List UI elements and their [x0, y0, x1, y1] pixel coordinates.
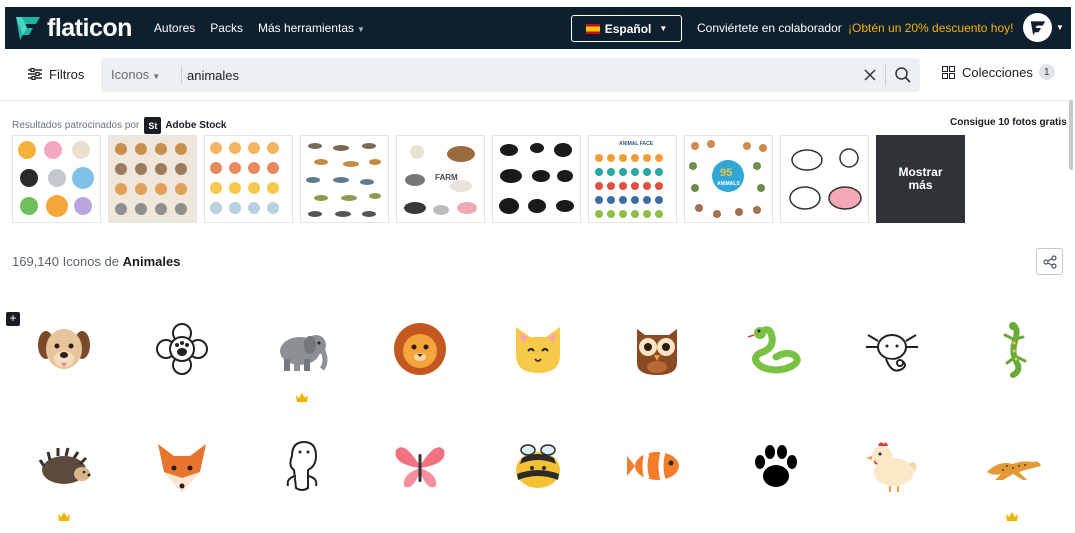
- snake-icon[interactable]: [746, 319, 806, 379]
- sponsored-thumb-3[interactable]: [204, 135, 293, 223]
- cat-icon[interactable]: [508, 319, 568, 379]
- nav-more-tools-label: Más herramientas: [257, 21, 354, 35]
- animals-set-95-thumb-icon: 95 ANIMALS: [689, 140, 767, 218]
- sponsored-thumb-1[interactable]: [12, 135, 101, 223]
- svg-text:ANIMAL FACE: ANIMAL FACE: [619, 141, 654, 147]
- sponsored-thumb-5[interactable]: FARM: [396, 135, 485, 223]
- svg-text:95: 95: [720, 167, 732, 179]
- adobe-stock-name: Adobe Stock: [165, 120, 227, 131]
- user-menu-chevron-icon[interactable]: ▼: [1056, 23, 1064, 32]
- sponsored-thumb-2[interactable]: [108, 135, 197, 223]
- sponsored-thumbnails: FARM ANIMAL FACE 95 ANIMALS Mostrar más: [12, 135, 965, 223]
- cheetah-icon[interactable]: [983, 436, 1043, 496]
- farm-animals-thumb-icon: FARM: [404, 145, 477, 215]
- chevron-down-icon: ▼: [659, 24, 668, 33]
- search-input[interactable]: [187, 62, 847, 88]
- flaticon-logo-icon: [16, 17, 40, 40]
- results-count: 169,140: [12, 254, 59, 269]
- filters-label: Filtros: [49, 66, 85, 82]
- become-contributor-link[interactable]: Conviértete en colaborador: [697, 21, 842, 35]
- chicken-icon[interactable]: [862, 436, 922, 496]
- resource-type-label: Iconos: [111, 67, 150, 82]
- dog-icon[interactable]: [34, 319, 94, 379]
- results-title: 169,140 Iconos de Animales: [12, 254, 180, 269]
- premium-crown-icon: [58, 512, 70, 521]
- lizard-icon[interactable]: [983, 319, 1043, 379]
- results-middle: Iconos de: [62, 254, 119, 269]
- bee-icon[interactable]: [508, 436, 568, 496]
- filters-button[interactable]: Filtros: [14, 59, 98, 89]
- search-box: Iconos ▼: [101, 58, 920, 92]
- wild-animals-thumb-icon: [306, 143, 381, 217]
- avatar-logo-icon: [1030, 20, 1045, 35]
- sliders-icon: [28, 68, 42, 80]
- axolotl-icon[interactable]: [862, 319, 922, 379]
- discount-promo-link[interactable]: ¡Obtén un 20% descuento hoy!: [848, 21, 1013, 35]
- add-to-collection-button[interactable]: +: [6, 312, 20, 326]
- adobe-stock-logo: St: [144, 117, 162, 134]
- chevron-down-icon: ▼: [152, 72, 161, 81]
- elephant-icon[interactable]: [272, 319, 332, 379]
- brand-name: flaticon: [47, 13, 132, 42]
- sponsored-thumb-7[interactable]: ANIMAL FACE: [588, 135, 677, 223]
- sponsored-text: Resultados patrocinados por: [12, 120, 140, 131]
- close-icon[interactable]: [861, 66, 879, 84]
- share-button[interactable]: [1036, 248, 1063, 275]
- butterfly-icon[interactable]: [390, 436, 450, 496]
- paw-flower-icon[interactable]: [152, 319, 212, 379]
- show-more-button[interactable]: Mostrar más: [876, 135, 965, 223]
- sponsored-label: Resultados patrocinados por St Adobe Sto…: [12, 117, 226, 134]
- share-icon: [1042, 254, 1057, 269]
- language-label: Español: [604, 21, 652, 36]
- spain-flag-icon: [585, 23, 600, 34]
- owl-icon[interactable]: [627, 319, 687, 379]
- fox-icon[interactable]: [152, 436, 212, 496]
- main-nav: Autores Packs Más herramientas ▼: [154, 21, 380, 35]
- user-avatar[interactable]: [1023, 13, 1052, 42]
- svg-text:ANIMALS: ANIMALS: [717, 181, 740, 187]
- animal-faces-thumb-icon: [115, 143, 187, 215]
- premium-crown-icon: [296, 393, 308, 402]
- flaticon-logo[interactable]: flaticon: [13, 13, 132, 43]
- animal-set-thumb-icon: [18, 141, 94, 217]
- cute-animals-thumb-icon: [210, 142, 279, 214]
- svg-text:FARM: FARM: [435, 173, 458, 182]
- lion-icon[interactable]: [390, 319, 450, 379]
- chevron-down-icon: ▼: [357, 25, 365, 34]
- nav-more-tools[interactable]: Más herramientas ▼: [258, 21, 365, 35]
- clownfish-icon[interactable]: [627, 436, 687, 496]
- sponsored-thumb-8[interactable]: 95 ANIMALS: [684, 135, 773, 223]
- search-divider: [181, 66, 182, 84]
- nav-autores[interactable]: Autores: [154, 21, 195, 35]
- free-photos-link[interactable]: Consigue 10 fotos gratis: [950, 117, 1067, 128]
- results-term: Animales: [122, 254, 181, 269]
- seal-icon[interactable]: [272, 436, 332, 496]
- collections-count-badge: 1: [1038, 64, 1055, 80]
- collections-button[interactable]: Colecciones 1: [942, 64, 1055, 80]
- premium-crown-icon: [1006, 512, 1018, 521]
- search-icon[interactable]: [894, 66, 912, 84]
- sponsored-thumb-4[interactable]: [300, 135, 389, 223]
- page-scrollbar[interactable]: [1069, 100, 1073, 170]
- search-divider: [885, 64, 886, 86]
- nav-packs[interactable]: Packs: [210, 21, 243, 35]
- search-bar-row: Filtros Iconos▼ Colecciones 1: [0, 49, 1075, 101]
- top-navigation-bar: flaticon Autores Packs Más herramientas ▼…: [5, 7, 1071, 49]
- hedgehog-icon[interactable]: [34, 436, 94, 496]
- sponsored-thumb-6[interactable]: [492, 135, 581, 223]
- resource-type-select[interactable]: Iconos ▼: [111, 67, 160, 82]
- collections-label: Colecciones: [962, 64, 1033, 80]
- grid-icon: [942, 65, 955, 79]
- farm-outlines-thumb-icon: [789, 148, 862, 210]
- silhouettes-thumb-icon: [499, 143, 574, 214]
- language-selector[interactable]: Español ▼: [571, 15, 682, 42]
- paw-print-icon[interactable]: [746, 436, 806, 496]
- animal-face-circles-thumb-icon: ANIMAL FACE: [595, 141, 663, 218]
- sponsored-thumb-9[interactable]: [780, 135, 869, 223]
